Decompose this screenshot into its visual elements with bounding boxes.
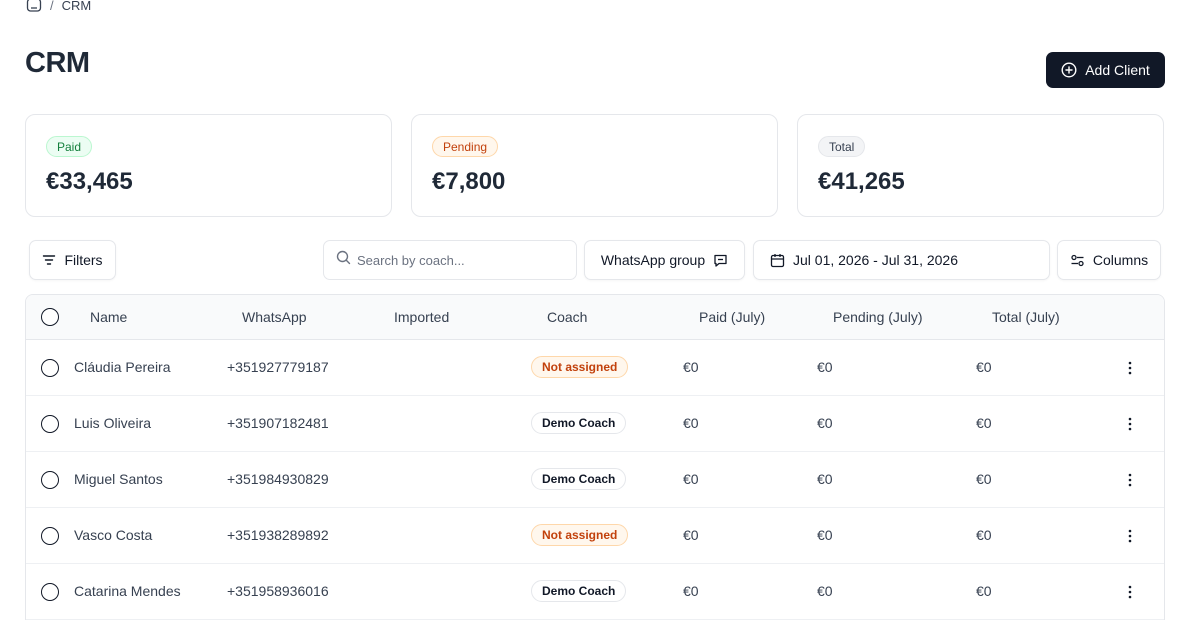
- search-box[interactable]: [323, 240, 577, 280]
- client-name[interactable]: Catarina Mendes: [74, 583, 181, 599]
- client-name[interactable]: Cláudia Pereira: [74, 359, 171, 375]
- stat-card-paid: Paid €33,465: [25, 114, 392, 217]
- client-total: €0: [976, 471, 992, 487]
- stat-amount-paid: €33,465: [46, 168, 133, 195]
- stat-card-total: Total €41,265: [797, 114, 1164, 217]
- row-checkbox[interactable]: [41, 527, 59, 545]
- row-checkbox[interactable]: [41, 471, 59, 489]
- page-title: CRM: [25, 47, 90, 79]
- client-paid: €0: [683, 527, 699, 543]
- client-whatsapp: +351907182481: [227, 415, 329, 431]
- client-pending: €0: [817, 471, 833, 487]
- client-paid: €0: [683, 583, 699, 599]
- message-square-icon: [713, 253, 728, 268]
- search-icon: [336, 250, 351, 270]
- more-vertical-icon[interactable]: [1122, 468, 1138, 492]
- col-header-paid[interactable]: Paid (July): [699, 309, 765, 325]
- status-badge-pending: Pending: [432, 136, 499, 157]
- whatsapp-group-label: WhatsApp group: [600, 252, 706, 268]
- client-pending: €0: [817, 359, 833, 375]
- client-name[interactable]: Luis Oliveira: [74, 415, 151, 431]
- table-header: Name WhatsApp Imported Coach Paid (July)…: [26, 295, 1164, 340]
- table-row[interactable]: Miguel Santos +351984930829 Demo Coach €…: [26, 452, 1164, 508]
- coach-badge: Not assigned: [531, 524, 629, 546]
- table-row[interactable]: Catarina Mendes +351958936016 Demo Coach…: [26, 564, 1164, 620]
- breadcrumb-current[interactable]: CRM: [62, 0, 92, 13]
- client-whatsapp: +351938289892: [227, 527, 329, 543]
- col-header-name[interactable]: Name: [90, 309, 127, 325]
- stat-amount-total: €41,265: [818, 168, 905, 195]
- columns-label: Columns: [1092, 252, 1149, 268]
- row-checkbox[interactable]: [41, 359, 59, 377]
- more-vertical-icon[interactable]: [1122, 524, 1138, 548]
- coach-badge: Demo Coach: [531, 412, 627, 434]
- date-range-label: Jul 01, 2026 - Jul 31, 2026: [793, 252, 959, 268]
- search-input[interactable]: [357, 252, 557, 268]
- coach-badge: Demo Coach: [531, 580, 627, 602]
- client-total: €0: [976, 527, 992, 543]
- row-checkbox[interactable]: [41, 583, 59, 601]
- status-badge-total: Total: [818, 136, 866, 157]
- stat-card-pending: Pending €7,800: [411, 114, 778, 217]
- whatsapp-group-button[interactable]: WhatsApp group: [584, 240, 745, 280]
- filters-button[interactable]: Filters: [29, 240, 116, 280]
- columns-button[interactable]: Columns: [1057, 240, 1161, 280]
- client-total: €0: [976, 583, 992, 599]
- col-header-whatsapp[interactable]: WhatsApp: [242, 309, 307, 325]
- col-header-coach[interactable]: Coach: [547, 309, 587, 325]
- coach-badge: Not assigned: [531, 356, 629, 378]
- clients-table: Name WhatsApp Imported Coach Paid (July)…: [25, 294, 1165, 620]
- add-client-label: Add Client: [1085, 62, 1150, 78]
- more-vertical-icon[interactable]: [1122, 412, 1138, 436]
- calendar-icon: [770, 253, 785, 268]
- plus-circle-icon: [1061, 62, 1077, 78]
- client-pending: €0: [817, 527, 833, 543]
- client-paid: €0: [683, 471, 699, 487]
- client-total: €0: [976, 359, 992, 375]
- select-all-checkbox[interactable]: [41, 308, 59, 326]
- col-header-pending[interactable]: Pending (July): [833, 309, 923, 325]
- more-vertical-icon[interactable]: [1122, 356, 1138, 380]
- stat-amount-pending: €7,800: [432, 168, 506, 195]
- date-range-picker[interactable]: Jul 01, 2026 - Jul 31, 2026: [753, 240, 1050, 280]
- filter-icon: [42, 253, 56, 267]
- client-whatsapp: +351958936016: [227, 583, 329, 599]
- client-name[interactable]: Miguel Santos: [74, 471, 163, 487]
- breadcrumb: / CRM: [26, 0, 91, 13]
- client-pending: €0: [817, 583, 833, 599]
- sliders-icon: [1070, 253, 1085, 268]
- col-header-total[interactable]: Total (July): [992, 309, 1060, 325]
- client-paid: €0: [683, 415, 699, 431]
- client-paid: €0: [683, 359, 699, 375]
- client-name[interactable]: Vasco Costa: [74, 527, 152, 543]
- coach-badge: Demo Coach: [531, 468, 627, 490]
- more-vertical-icon[interactable]: [1122, 580, 1138, 604]
- client-whatsapp: +351984930829: [227, 471, 329, 487]
- client-whatsapp: +351927779187: [227, 359, 329, 375]
- col-header-imported[interactable]: Imported: [394, 309, 449, 325]
- row-checkbox[interactable]: [41, 415, 59, 433]
- home-icon[interactable]: [26, 0, 42, 13]
- filters-label: Filters: [64, 252, 103, 268]
- client-pending: €0: [817, 415, 833, 431]
- status-badge-paid: Paid: [46, 136, 93, 157]
- client-total: €0: [976, 415, 992, 431]
- table-row[interactable]: Vasco Costa +351938289892 Not assigned €…: [26, 508, 1164, 564]
- add-client-button[interactable]: Add Client: [1046, 52, 1165, 88]
- table-row[interactable]: Cláudia Pereira +351927779187 Not assign…: [26, 340, 1164, 396]
- breadcrumb-separator: /: [50, 0, 54, 13]
- table-row[interactable]: Luis Oliveira +351907182481 Demo Coach €…: [26, 396, 1164, 452]
